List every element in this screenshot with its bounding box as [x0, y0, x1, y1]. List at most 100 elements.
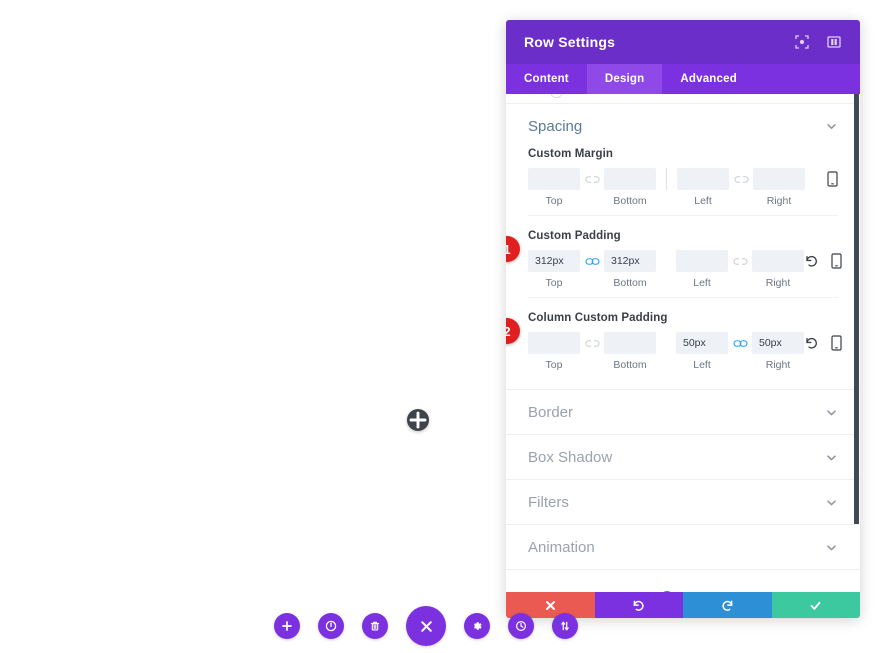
custom-padding-top-bottom: Top Bottom: [528, 250, 656, 289]
tab-advanced[interactable]: Advanced: [662, 64, 755, 94]
redo-button[interactable]: [683, 592, 772, 618]
reset-icon[interactable]: [804, 335, 819, 351]
section-animation-header[interactable]: Animation: [506, 525, 860, 569]
save-button[interactable]: [771, 592, 860, 618]
responsive-phone-icon[interactable]: [827, 171, 838, 187]
history-button[interactable]: [508, 613, 534, 639]
custom-margin-bottom-input[interactable]: [604, 168, 656, 190]
section-filters: Filters: [506, 480, 860, 525]
column-padding-bottom-input[interactable]: [604, 332, 656, 354]
app-root: Row Settings Content Design Advanced Spa…: [0, 0, 880, 653]
question-mark-icon: ?: [660, 591, 674, 592]
column-padding-top-caption: Top: [545, 359, 563, 371]
section-box-shadow-header[interactable]: Box Shadow: [506, 435, 860, 479]
builder-bottom-toolbar: [265, 606, 587, 646]
custom-padding-bottom-input[interactable]: [604, 250, 656, 272]
chevron-down-icon[interactable]: [825, 451, 838, 464]
section-animation-title: Animation: [528, 538, 595, 556]
column-padding-right-input[interactable]: [752, 332, 804, 354]
custom-padding-tools: [804, 250, 842, 269]
panel-scroll-area: Spacing Custom Margin Top Bottom Left Ri…: [506, 94, 860, 592]
column-padding-left-input[interactable]: [676, 332, 728, 354]
custom-margin-top-bottom: Top Bottom: [528, 168, 656, 207]
tab-design[interactable]: Design: [586, 64, 663, 94]
section-box-shadow: Box Shadow: [506, 435, 860, 480]
custom-margin-label: Custom Margin: [528, 148, 613, 160]
custom-margin-top-caption: Top: [545, 195, 563, 207]
add-row-button[interactable]: [407, 409, 429, 431]
section-animation: Animation: [506, 525, 860, 570]
help-row: ? Help: [506, 570, 860, 592]
tab-content[interactable]: Content: [506, 64, 587, 94]
delete-button[interactable]: [362, 613, 388, 639]
add-section-button[interactable]: [274, 613, 300, 639]
settings-button[interactable]: [464, 613, 490, 639]
custom-padding-left-input[interactable]: [676, 250, 728, 272]
custom-margin-right-caption: Right: [766, 195, 792, 207]
section-filters-header[interactable]: Filters: [506, 480, 860, 524]
section-border-header[interactable]: Border: [506, 390, 860, 434]
field-group-custom-padding: 1 Custom Padding 312px 312px Top Bottom …: [506, 215, 842, 293]
section-spacing-content: Custom Margin Top Bottom Left Right 1 Cu…: [506, 148, 860, 389]
column-custom-padding-label: Column Custom Padding: [528, 312, 668, 324]
chevron-up-icon[interactable]: [825, 120, 838, 133]
annotation-badge-1: 1: [506, 236, 520, 262]
link-icon-unlinked[interactable]: [729, 174, 753, 185]
responsive-phone-icon[interactable]: [831, 335, 842, 351]
reset-icon[interactable]: [804, 253, 819, 269]
section-spacing-header[interactable]: Spacing: [506, 104, 860, 148]
custom-margin-top-input[interactable]: [528, 168, 580, 190]
help-link[interactable]: Help: [681, 591, 707, 592]
field-group-custom-margin: Custom Margin Top Bottom Left Right: [528, 148, 838, 211]
section-filters-title: Filters: [528, 493, 569, 511]
panel-body: Spacing Custom Margin Top Bottom Left Ri…: [506, 94, 860, 592]
annotation-badge-2: 2: [506, 318, 520, 344]
cutoff-circle-icon: [550, 94, 563, 98]
section-border: Border: [506, 390, 860, 435]
custom-padding-top-caption: Top: [545, 277, 563, 289]
previous-section-cutoff: [506, 94, 860, 104]
field-group-column-custom-padding: 2 Column Custom Padding Top Bottom 50px …: [506, 297, 842, 375]
close-builder-button[interactable]: [406, 606, 446, 646]
column-padding-bottom-caption: Bottom: [613, 359, 647, 371]
undo-button[interactable]: [594, 592, 683, 618]
custom-padding-left-right: Left Right: [676, 250, 804, 289]
custom-padding-label: Custom Padding: [528, 230, 621, 242]
section-box-shadow-title: Box Shadow: [528, 448, 613, 466]
column-padding-top-input[interactable]: [528, 332, 580, 354]
custom-margin-right-input[interactable]: [753, 168, 805, 190]
section-spacing-title: Spacing: [528, 117, 583, 135]
panel-header: Row Settings: [506, 20, 860, 64]
chevron-down-icon[interactable]: [825, 406, 838, 419]
responsive-phone-icon[interactable]: [831, 253, 842, 269]
responsive-button[interactable]: [552, 613, 578, 639]
link-icon-linked[interactable]: [728, 338, 752, 349]
custom-padding-left-caption: Left: [693, 277, 711, 289]
column-padding-top-bottom: Top Bottom: [528, 332, 656, 371]
column-padding-tools: [804, 332, 842, 351]
link-icon-unlinked[interactable]: [728, 256, 752, 267]
custom-margin-left-caption: Left: [694, 195, 712, 207]
wireframe-button[interactable]: [318, 613, 344, 639]
link-icon-linked[interactable]: [580, 256, 604, 267]
column-padding-left-right: Left Right: [676, 332, 804, 371]
column-padding-left-caption: Left: [693, 359, 711, 371]
custom-margin-tools: [827, 168, 838, 187]
column-padding-right-caption: Right: [765, 359, 791, 371]
link-icon-unlinked[interactable]: [580, 174, 604, 185]
custom-padding-top-input[interactable]: [528, 250, 580, 272]
layout-toggle-icon[interactable]: [826, 34, 842, 50]
custom-margin-bottom-caption: Bottom: [613, 195, 647, 207]
panel-header-icons: [794, 34, 842, 50]
link-icon-unlinked[interactable]: [580, 338, 604, 349]
custom-padding-right-input[interactable]: [752, 250, 804, 272]
chevron-down-icon[interactable]: [825, 496, 838, 509]
custom-margin-left-input[interactable]: [677, 168, 729, 190]
custom-padding-bottom-caption: Bottom: [613, 277, 647, 289]
panel-title: Row Settings: [524, 34, 616, 50]
row-settings-panel: Row Settings Content Design Advanced Spa…: [506, 20, 860, 618]
custom-padding-right-caption: Right: [765, 277, 791, 289]
field-divider: [666, 168, 667, 190]
chevron-down-icon[interactable]: [825, 541, 838, 554]
focus-icon[interactable]: [794, 34, 810, 50]
